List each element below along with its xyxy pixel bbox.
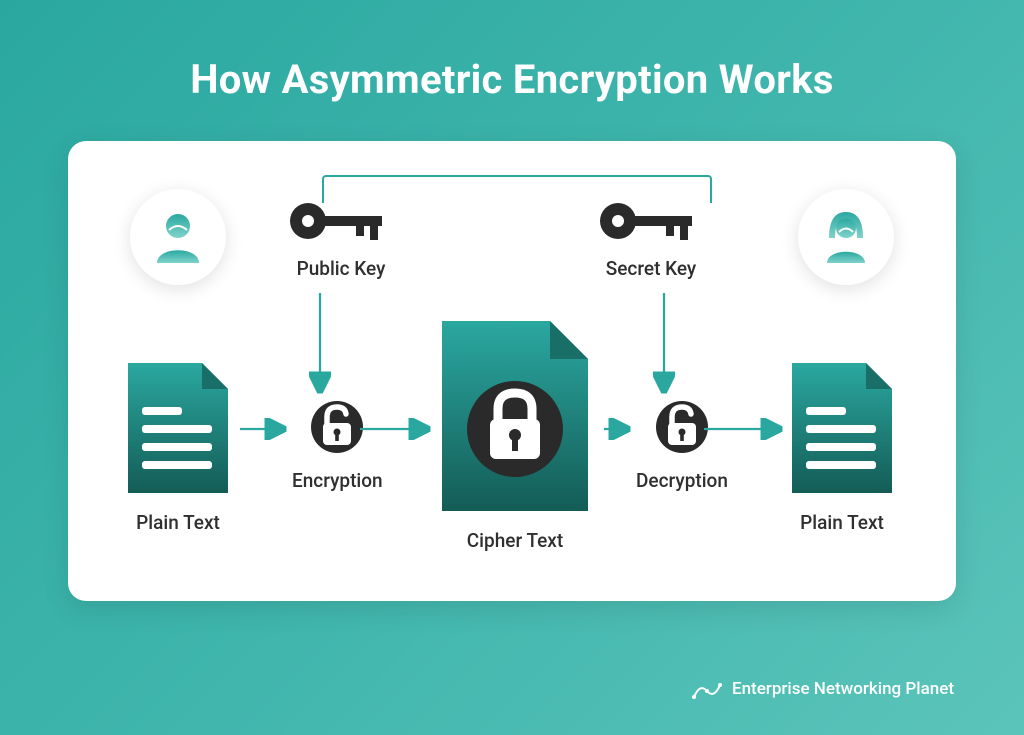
- ciphertext-label: Cipher Text: [436, 529, 594, 552]
- secret-key-group: Secret Key: [596, 199, 706, 280]
- key-icon: [596, 199, 706, 243]
- plaintext-result-label: Plain Text: [788, 511, 896, 534]
- diagram-card: Public Key Secret Key Plain Text: [68, 141, 956, 601]
- encryption-label: Encryption: [292, 469, 383, 492]
- brand-logo-icon: [692, 679, 722, 699]
- key-icon: [286, 199, 396, 243]
- secret-key-label: Secret Key: [596, 257, 706, 280]
- document-icon: [788, 363, 896, 493]
- lock-open-icon: [654, 399, 710, 455]
- document-icon: [124, 363, 232, 493]
- sender-avatar: [130, 189, 226, 285]
- public-key-group: Public Key: [286, 199, 396, 280]
- person-male-icon: [149, 208, 207, 266]
- decryption-group: Decryption: [636, 399, 728, 492]
- plaintext-result-group: Plain Text: [788, 363, 896, 534]
- ciphertext-group: Cipher Text: [436, 321, 594, 552]
- person-female-icon: [817, 208, 875, 266]
- public-key-label: Public Key: [286, 257, 396, 280]
- diagram-title: How Asymmetric Encryption Works: [0, 0, 1024, 103]
- document-locked-icon: [436, 321, 594, 511]
- plaintext-source-label: Plain Text: [124, 511, 232, 534]
- recipient-avatar: [798, 189, 894, 285]
- encryption-group: Encryption: [292, 399, 383, 492]
- decryption-label: Decryption: [636, 469, 728, 492]
- lock-open-icon: [309, 399, 365, 455]
- branding-footer: Enterprise Networking Planet: [692, 679, 954, 699]
- branding-text: Enterprise Networking Planet: [732, 679, 954, 699]
- plaintext-source-group: Plain Text: [124, 363, 232, 534]
